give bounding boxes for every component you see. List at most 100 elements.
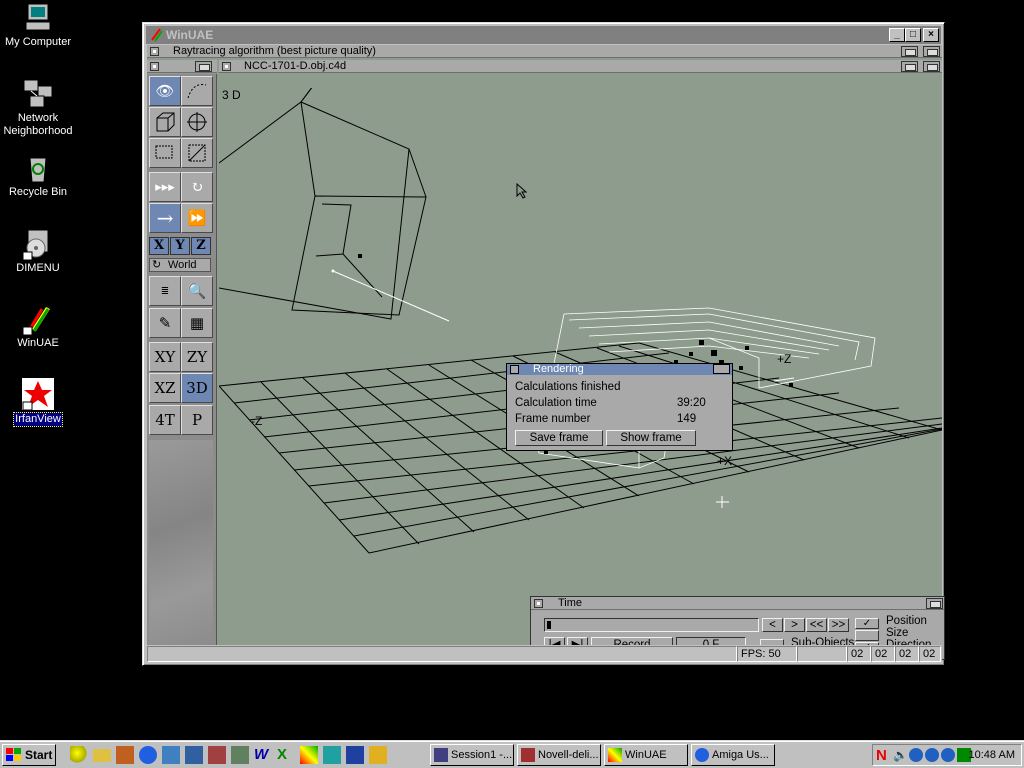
desktop-icon-dimenu[interactable]: DIMENU xyxy=(0,228,78,275)
time-slider-knob[interactable] xyxy=(547,621,551,629)
show-frame-button[interactable]: Show frame xyxy=(606,430,696,446)
depth-gadget-icon[interactable] xyxy=(923,46,940,57)
time-close-gadget-icon[interactable] xyxy=(534,599,543,608)
quicklaunch-winuae-icon[interactable] xyxy=(300,746,318,764)
object-list-tool[interactable]: ≣ xyxy=(149,276,181,306)
render-mode-bar[interactable]: Raytracing algorithm (best picture quali… xyxy=(147,45,942,58)
axis-z-toggle[interactable]: Z xyxy=(191,237,211,255)
minimize-button[interactable]: _ xyxy=(889,28,905,42)
axis-y-toggle[interactable]: Y xyxy=(170,237,190,255)
start-button[interactable]: Start xyxy=(2,744,56,766)
desktop-icon-recycle-bin[interactable]: Recycle Bin xyxy=(0,152,78,199)
feather-tool[interactable]: ✎ xyxy=(149,308,181,338)
desktop-icon-network[interactable]: Network Neighborhood xyxy=(0,78,78,138)
play-forward-tool[interactable]: ▸▸▸ xyxy=(149,172,181,202)
window-titlebar[interactable]: WinUAE _ □ × xyxy=(146,26,941,44)
undo-tool[interactable]: ↻ xyxy=(181,172,213,202)
prev-key-button[interactable]: < xyxy=(762,618,783,632)
task-winuae[interactable]: WinUAE xyxy=(604,744,688,766)
world-coords-button[interactable]: ↻ World xyxy=(149,258,211,272)
toolbox-close-gadget-icon[interactable] xyxy=(150,62,159,71)
quicklaunch-word-icon[interactable]: W xyxy=(254,746,272,764)
quicklaunch-excel-icon[interactable]: X xyxy=(277,746,295,764)
time-depth-gadget-icon[interactable] xyxy=(926,598,943,609)
time-title: Time xyxy=(558,597,583,609)
calc-time-label: Calculation time xyxy=(515,397,597,409)
quicklaunch-apps-icon[interactable] xyxy=(116,746,134,764)
rotate-tool[interactable] xyxy=(181,107,213,137)
object-tool[interactable] xyxy=(149,107,181,137)
film-tool[interactable]: ▦ xyxy=(181,308,213,338)
quicklaunch-paint-icon[interactable] xyxy=(208,746,226,764)
scale-tool[interactable] xyxy=(181,138,213,168)
task-session1[interactable]: Session1 -... xyxy=(430,744,514,766)
view-zy-button[interactable]: ZY xyxy=(181,342,213,372)
dialog-close-gadget-icon[interactable] xyxy=(510,365,519,374)
camera-eye-tool[interactable]: 👁 xyxy=(149,76,181,106)
task-novell[interactable]: Novell-deli... xyxy=(517,744,601,766)
time-slider[interactable] xyxy=(544,618,759,632)
task-label: Novell-deli... xyxy=(538,749,599,761)
quicklaunch-monitor-icon[interactable] xyxy=(346,746,364,764)
desktop-icon-label: DIMENU xyxy=(16,262,60,274)
network-neighborhood-icon xyxy=(22,78,54,110)
rotate-circle-icon xyxy=(187,112,207,132)
quicklaunch-tool-icon[interactable] xyxy=(162,746,180,764)
size-checkbox[interactable] xyxy=(855,630,879,641)
axis-x-toggle[interactable]: X xyxy=(149,237,169,255)
mouse-cursor-icon xyxy=(516,183,528,199)
dialog-depth-gadget-icon[interactable] xyxy=(713,364,730,374)
desktop-icon-irfanview[interactable]: IrfanView xyxy=(0,378,78,427)
3d-viewport[interactable]: 3 D -Z +X +Z Rendering Calculations fini… xyxy=(219,88,942,659)
network-tray-icon[interactable] xyxy=(909,748,923,762)
toolbox-bar[interactable] xyxy=(147,60,217,73)
drive-df2-led: 02 xyxy=(895,646,919,662)
zoom-gadget-icon[interactable] xyxy=(901,46,918,57)
view-3d-button[interactable]: 3D xyxy=(181,373,213,403)
view-p-button[interactable]: P xyxy=(181,405,213,435)
desktop-icon-winuae[interactable]: WinUAE xyxy=(0,303,78,350)
task-amiga-us[interactable]: Amiga Us... xyxy=(691,744,775,766)
volume-icon[interactable]: 🔈 xyxy=(893,748,908,762)
maximize-button[interactable]: □ xyxy=(905,28,921,42)
taskbar: Start W X Session1 -... Novell-deli... W… xyxy=(0,740,1024,768)
close-gadget-icon[interactable] xyxy=(150,47,159,56)
rewind-button[interactable]: << xyxy=(806,618,827,632)
close-button[interactable]: × xyxy=(923,28,939,42)
doc-zoom-gadget-icon[interactable] xyxy=(901,61,918,72)
spline-tool[interactable] xyxy=(181,76,213,106)
dialog-titlebar[interactable]: Rendering xyxy=(507,364,732,375)
quicklaunch-network-icon[interactable] xyxy=(185,746,203,764)
quicklaunch-doc-icon[interactable] xyxy=(323,746,341,764)
magnify-tool[interactable]: 🔍 xyxy=(181,276,213,306)
task-label: Amiga Us... xyxy=(712,749,769,761)
hierarchy-icon: ≣ xyxy=(160,285,170,297)
texture-tool[interactable] xyxy=(149,138,181,168)
connection-tray-icon[interactable] xyxy=(941,748,955,762)
fast-forward-tool[interactable]: ⏩ xyxy=(181,203,213,233)
novell-n-icon[interactable]: N xyxy=(876,747,887,764)
quicklaunch-find-icon[interactable] xyxy=(70,746,88,764)
quicklaunch-chat-icon[interactable] xyxy=(369,746,387,764)
quicklaunch-folder-icon[interactable] xyxy=(93,749,111,762)
view-xz-button[interactable]: XZ xyxy=(149,373,181,403)
quicklaunch-edit-icon[interactable] xyxy=(231,746,249,764)
position-checkbox[interactable]: ✓ xyxy=(855,618,879,629)
time-titlebar[interactable]: Time xyxy=(531,597,944,610)
view-4t-button[interactable]: 4T xyxy=(149,405,181,435)
task-label: WinUAE xyxy=(625,749,667,761)
desktop-icon-my-computer[interactable]: My Computer xyxy=(0,2,78,49)
drive-df1-led: 02 xyxy=(871,646,895,662)
fast-forward-button[interactable]: >> xyxy=(828,618,849,632)
doc-depth-gadget-icon[interactable] xyxy=(923,61,940,72)
move-tool[interactable]: → xyxy=(149,203,181,233)
document-bar[interactable]: NCC-1701-D.obj.c4d xyxy=(219,60,942,73)
toolbox-depth-gadget-icon[interactable] xyxy=(195,61,212,72)
help-tray-icon[interactable] xyxy=(925,748,939,762)
arrow-right-icon: → xyxy=(156,206,174,230)
next-key-button[interactable]: > xyxy=(784,618,805,632)
quicklaunch-ie-icon[interactable] xyxy=(139,746,157,764)
view-xy-button[interactable]: XY xyxy=(149,342,181,372)
save-frame-button[interactable]: Save frame xyxy=(515,430,603,446)
doc-close-gadget-icon[interactable] xyxy=(222,62,231,71)
